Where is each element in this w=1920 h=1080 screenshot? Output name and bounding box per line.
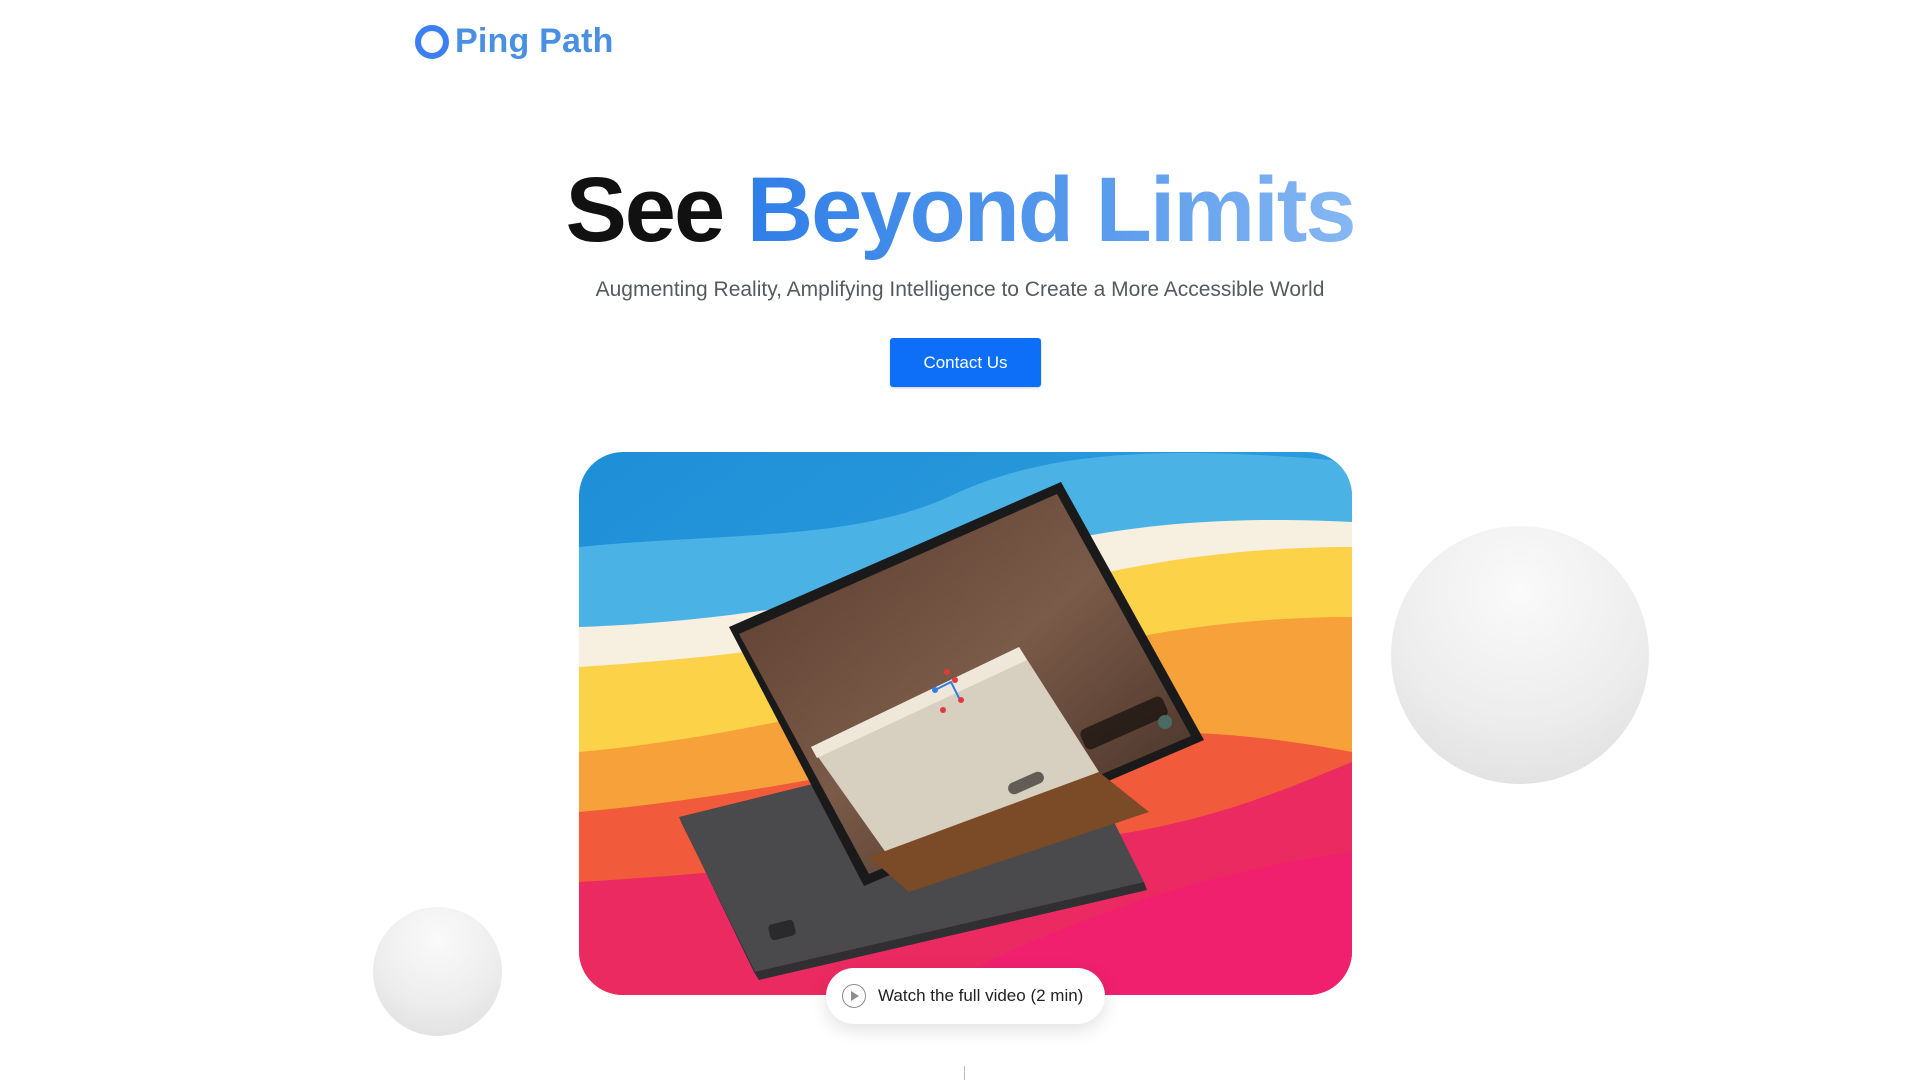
decorative-sphere-left [373, 907, 502, 1036]
video-thumbnail [579, 452, 1352, 995]
logo-link[interactable]: Ping Path [415, 22, 614, 61]
decorative-sphere-right [1391, 526, 1649, 784]
video-preview[interactable] [579, 452, 1352, 995]
hero-title-accent: Beyond Limits [746, 159, 1357, 261]
watch-video-label: Watch the full video (2 min) [878, 986, 1084, 1005]
watch-video-button[interactable]: Watch the full video (2 min) [826, 968, 1105, 1024]
play-icon [842, 984, 866, 1008]
contact-us-button[interactable]: Contact Us [890, 338, 1041, 387]
hero-title-plain: See [565, 159, 725, 261]
hero-title: See Beyond Limits [0, 159, 1920, 261]
landing-page: Ping Path See Beyond Limits Augmenting R… [0, 0, 1920, 1080]
hero-subtitle: Augmenting Reality, Amplifying Intellige… [595, 278, 1325, 301]
ring-logo-icon [415, 24, 449, 59]
scroll-indicator [964, 1066, 965, 1080]
logo-text: Ping Path [455, 22, 614, 60]
